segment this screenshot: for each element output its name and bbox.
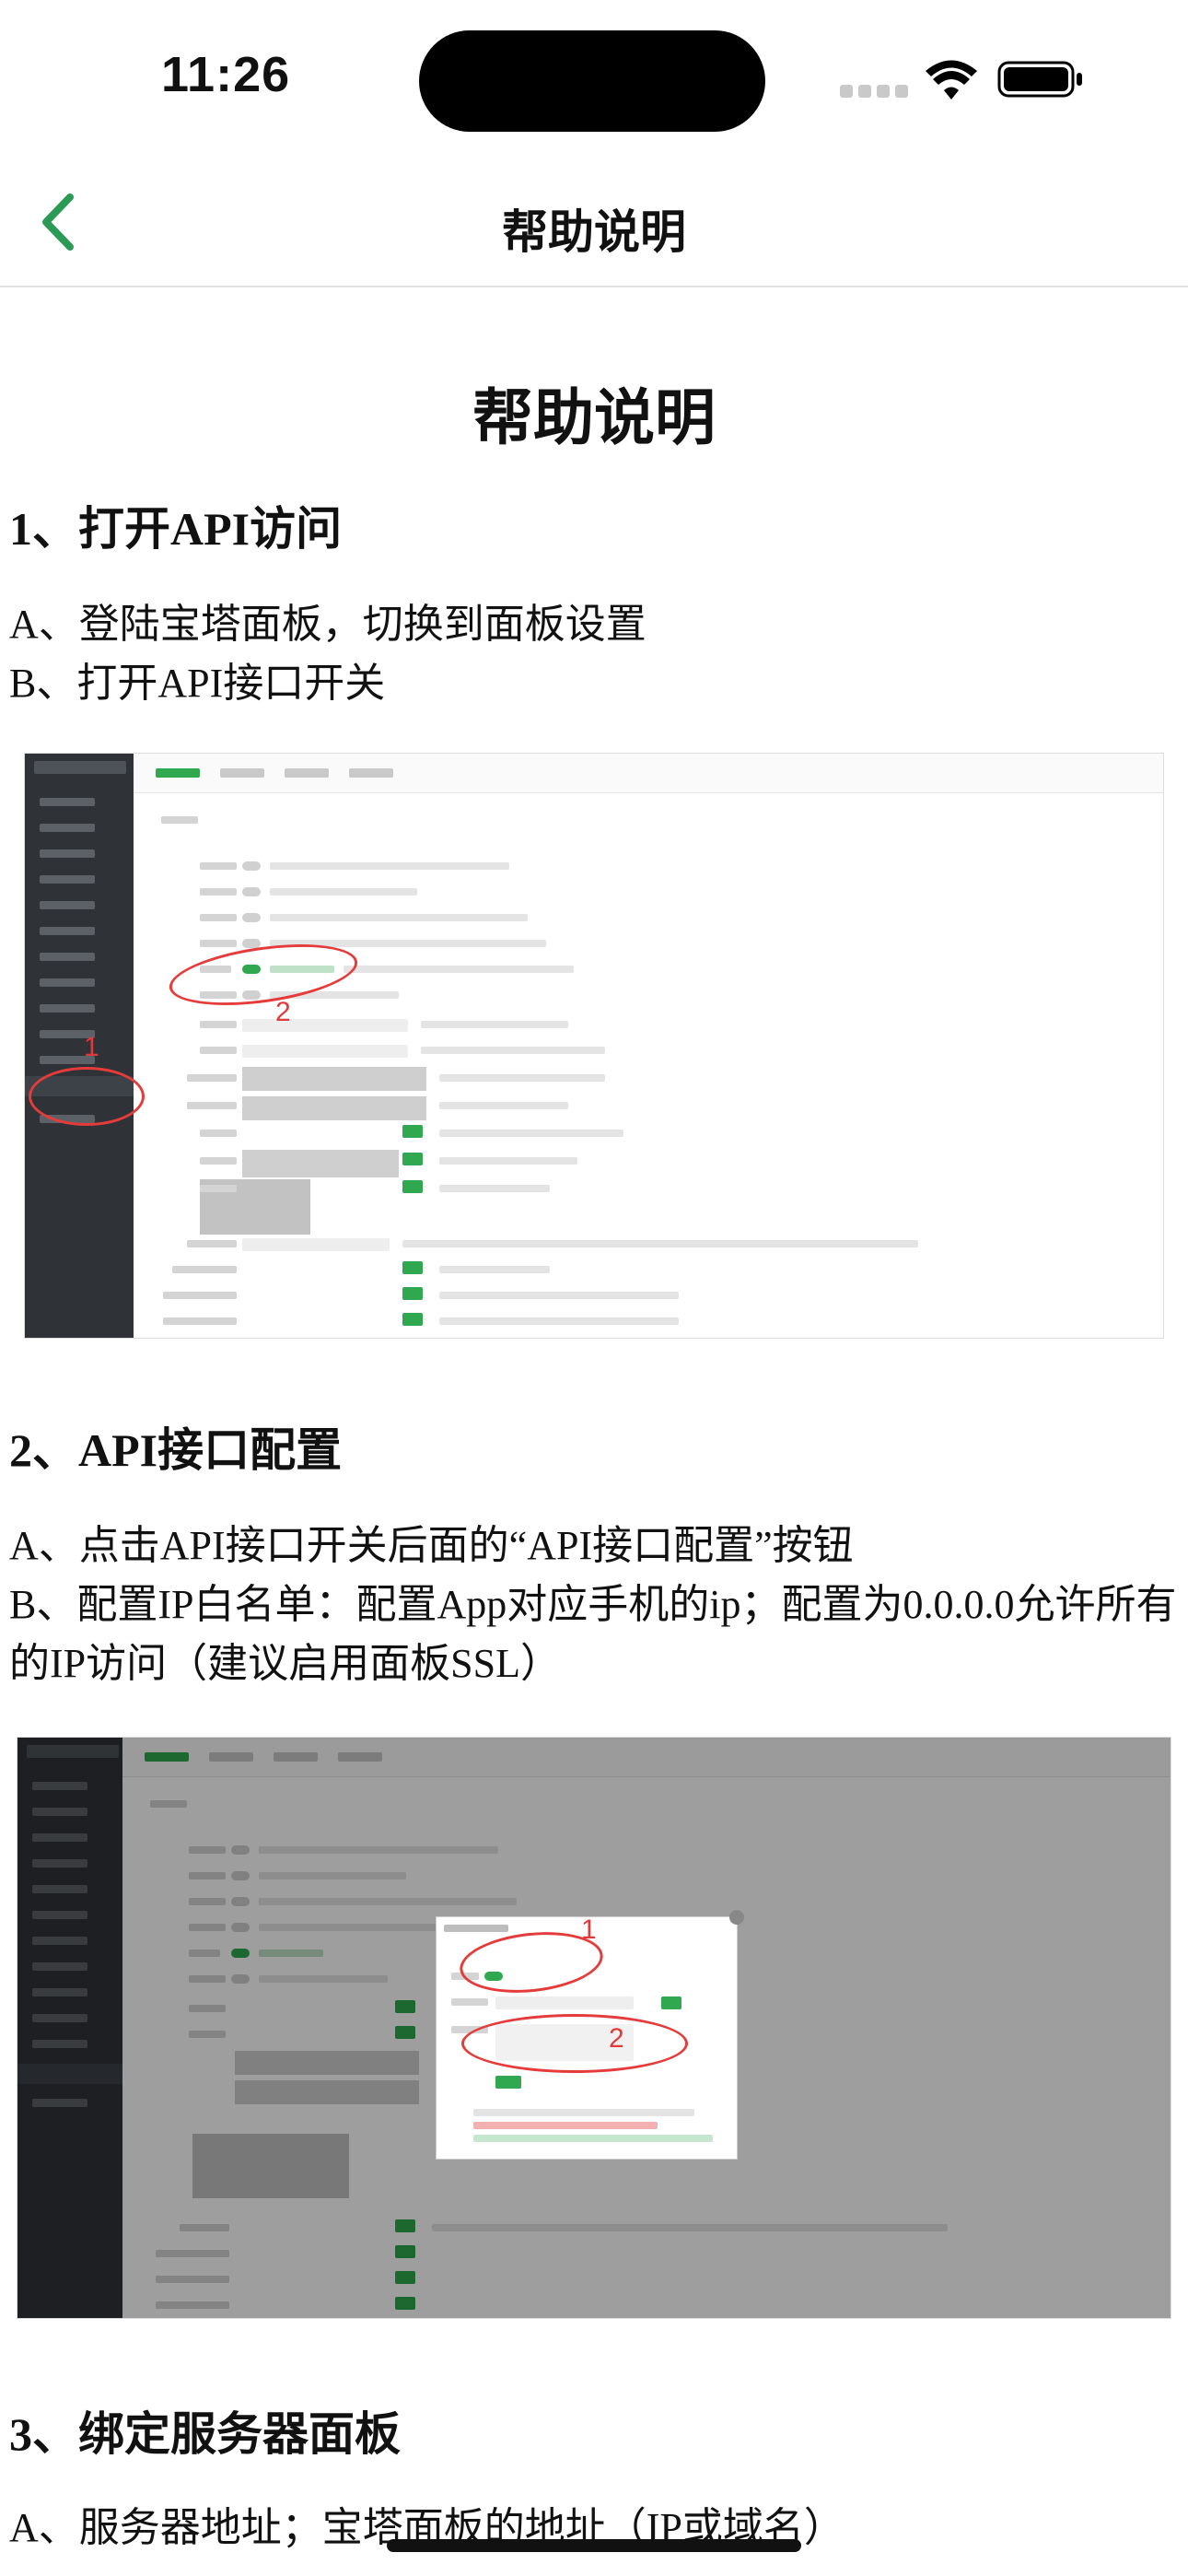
navigation-bar: 帮助说明: [0, 157, 1188, 287]
status-time: 11:26: [161, 47, 291, 102]
home-indicator[interactable]: [387, 2539, 801, 2552]
annotation-mark: 2: [275, 997, 291, 1027]
section-text: B、打开API接口开关: [9, 661, 386, 706]
section-text: A、点击API接口开关后面的“API接口配置”按钮: [9, 1523, 854, 1568]
screenshot-sidebar: [25, 754, 134, 1338]
section-text: B、配置IP白名单：配置App对应手机的ip；配置为0.0.0.0允许所有的IP…: [9, 1582, 1177, 1686]
section-heading: 1、打开API访问: [9, 503, 343, 555]
wifi-icon: [926, 60, 977, 100]
status-bar: 11:26: [0, 0, 1188, 138]
annotation-mark: 2: [609, 2023, 624, 2054]
page-title: 帮助说明: [472, 382, 716, 453]
annotation-mark: 1: [581, 1914, 597, 1945]
section-heading: 3、绑定服务器面板: [9, 2408, 401, 2460]
nav-title: 帮助说明: [502, 206, 686, 258]
signal-icon: [840, 85, 908, 98]
dynamic-island: [419, 30, 765, 132]
section-text: A、登陆宝塔面板，切换到面板设置: [9, 602, 646, 647]
panel-settings-screenshot: 1 2: [24, 753, 1164, 1339]
annotation-mark: 1: [84, 1032, 99, 1062]
section-heading: 2、API接口配置: [9, 1424, 343, 1476]
battery-icon: [997, 61, 1082, 98]
api-config-screenshot: 1 2: [17, 1737, 1171, 2319]
